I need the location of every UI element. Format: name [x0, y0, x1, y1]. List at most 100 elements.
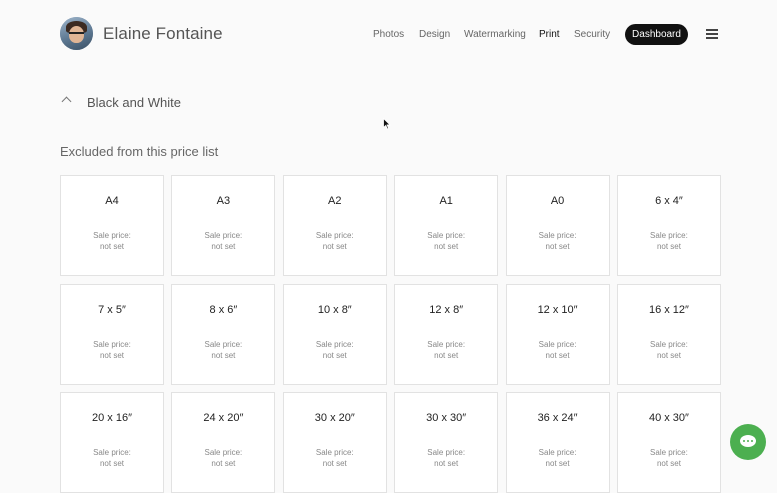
sale-price: Sale price: not set	[61, 447, 163, 469]
sale-price-label: Sale price:	[204, 339, 243, 349]
size-card[interactable]: 20 x 16″ Sale price: not set	[60, 392, 164, 493]
site-name[interactable]: Elaine Fontaine	[103, 24, 223, 44]
sale-price-value: not set	[656, 459, 681, 468]
chevron-up-icon[interactable]	[61, 96, 72, 107]
sale-price-label: Sale price:	[315, 339, 354, 349]
size-card[interactable]: A3 Sale price: not set	[171, 175, 276, 276]
nav-photos[interactable]: Photos	[373, 29, 404, 40]
size-label: A2	[328, 195, 342, 207]
size-card[interactable]: 36 x 24″ Sale price: not set	[505, 392, 610, 493]
size-card[interactable]: 40 x 30″ Sale price: not set	[616, 392, 721, 493]
size-card[interactable]: 30 x 30″ Sale price: not set	[394, 392, 499, 493]
sale-price: Sale price: not set	[172, 339, 274, 361]
avatar[interactable]	[60, 17, 93, 50]
size-label: 12 x 8″	[429, 303, 464, 316]
size-card[interactable]: 12 x 10″ Sale price: not set	[505, 283, 610, 385]
size-label: 6 x 4″	[655, 195, 683, 207]
nav-design[interactable]: Design	[419, 29, 450, 40]
size-label: 12 x 10″	[537, 303, 578, 316]
size-card[interactable]: 12 x 8″ Sale price: not set	[394, 283, 499, 385]
sale-price: Sale price: not set	[618, 447, 720, 469]
size-label: 40 x 30″	[648, 412, 689, 424]
sale-price-value: not set	[656, 350, 681, 360]
sale-price: Sale price: not set	[507, 230, 609, 252]
nav-security[interactable]: Security	[574, 29, 610, 40]
size-card[interactable]: 7 x 5″ Sale price: not set	[60, 283, 164, 385]
size-card[interactable]: A2 Sale price: not set	[282, 175, 387, 276]
sale-price-label: Sale price:	[538, 339, 577, 349]
sale-price-value: not set	[322, 242, 347, 251]
sale-price-label: Sale price:	[93, 448, 131, 457]
sale-price-value: not set	[211, 242, 236, 251]
dashboard-button[interactable]: Dashboard	[625, 24, 688, 45]
size-label: A4	[105, 195, 119, 207]
sale-price-value: not set	[656, 242, 681, 251]
sale-price: Sale price: not set	[284, 339, 386, 361]
sale-price-label: Sale price:	[538, 448, 577, 457]
sale-price: Sale price: not set	[61, 339, 163, 361]
sale-price-value: not set	[211, 459, 236, 468]
size-label: 7 x 5″	[98, 303, 126, 316]
sale-price: Sale price: not set	[395, 339, 497, 361]
sale-price-value: not set	[99, 459, 124, 468]
sale-price-value: not set	[434, 350, 459, 360]
sale-price-value: not set	[99, 350, 124, 360]
sale-price: Sale price: not set	[395, 230, 497, 252]
sale-price-label: Sale price:	[427, 448, 466, 457]
nav-watermarking[interactable]: Watermarking	[464, 29, 526, 40]
sale-price-label: Sale price:	[204, 448, 243, 457]
size-card[interactable]: A1 Sale price: not set	[394, 175, 499, 276]
excluded-heading: Excluded from this price list	[60, 144, 219, 159]
sale-price-label: Sale price:	[315, 448, 354, 457]
sale-price-value: not set	[545, 242, 570, 251]
sale-price-label: Sale price:	[650, 339, 688, 349]
size-label: 30 x 20″	[314, 412, 355, 424]
excluded-size-grid: A4 Sale price: not set A3 Sale price: not set…	[60, 175, 721, 493]
sale-price-label: Sale price:	[204, 231, 243, 240]
size-label: 16 x 12″	[648, 303, 689, 316]
sale-price-label: Sale price:	[93, 339, 131, 349]
nav-print[interactable]: Print	[539, 29, 560, 40]
sale-price-value: not set	[545, 350, 570, 360]
size-label: 36 x 24″	[537, 412, 578, 424]
sale-price-label: Sale price:	[315, 231, 354, 240]
size-card[interactable]: 16 x 12″ Sale price: not set	[616, 283, 721, 385]
sale-price-value: not set	[322, 350, 347, 360]
size-card[interactable]: 10 x 8″ Sale price: not set	[282, 283, 387, 385]
section-title[interactable]: Black and White	[87, 95, 181, 110]
sale-price: Sale price: not set	[618, 339, 720, 361]
sale-price-value: not set	[434, 242, 459, 251]
sale-price-value: not set	[545, 459, 570, 468]
size-label: 8 x 6″	[209, 303, 238, 316]
sale-price-value: not set	[99, 242, 124, 251]
size-label: 30 x 30″	[426, 412, 467, 424]
sale-price: Sale price: not set	[507, 447, 609, 469]
sale-price: Sale price: not set	[618, 230, 720, 252]
hamburger-menu-icon[interactable]	[706, 29, 718, 39]
sale-price: Sale price: not set	[172, 230, 274, 252]
sale-price-label: Sale price:	[93, 231, 131, 240]
size-card[interactable]: 8 x 6″ Sale price: not set	[171, 283, 276, 385]
size-label: 20 x 16″	[92, 412, 132, 424]
sale-price-value: not set	[322, 459, 347, 468]
mouse-cursor-icon	[383, 118, 391, 130]
sale-price: Sale price: not set	[284, 230, 386, 252]
size-label: A0	[550, 195, 565, 207]
size-card[interactable]: 6 x 4″ Sale price: not set	[616, 175, 721, 276]
sale-price-label: Sale price:	[650, 448, 688, 457]
sale-price: Sale price: not set	[395, 447, 497, 469]
sale-price: Sale price: not set	[61, 230, 163, 252]
size-card[interactable]: A0 Sale price: not set	[505, 175, 610, 276]
sale-price-value: not set	[434, 459, 459, 468]
size-label: 24 x 20″	[203, 412, 244, 424]
sale-price-value: not set	[211, 350, 236, 360]
size-card[interactable]: 24 x 20″ Sale price: not set	[171, 392, 276, 493]
size-card[interactable]: 30 x 20″ Sale price: not set	[282, 392, 387, 493]
chat-button[interactable]	[730, 424, 766, 460]
sale-price-label: Sale price:	[650, 231, 688, 240]
size-label: A3	[216, 195, 231, 207]
sale-price-label: Sale price:	[427, 339, 466, 349]
size-label: 10 x 8″	[317, 303, 352, 316]
size-card[interactable]: A4 Sale price: not set	[60, 175, 164, 276]
sale-price: Sale price: not set	[172, 447, 274, 469]
